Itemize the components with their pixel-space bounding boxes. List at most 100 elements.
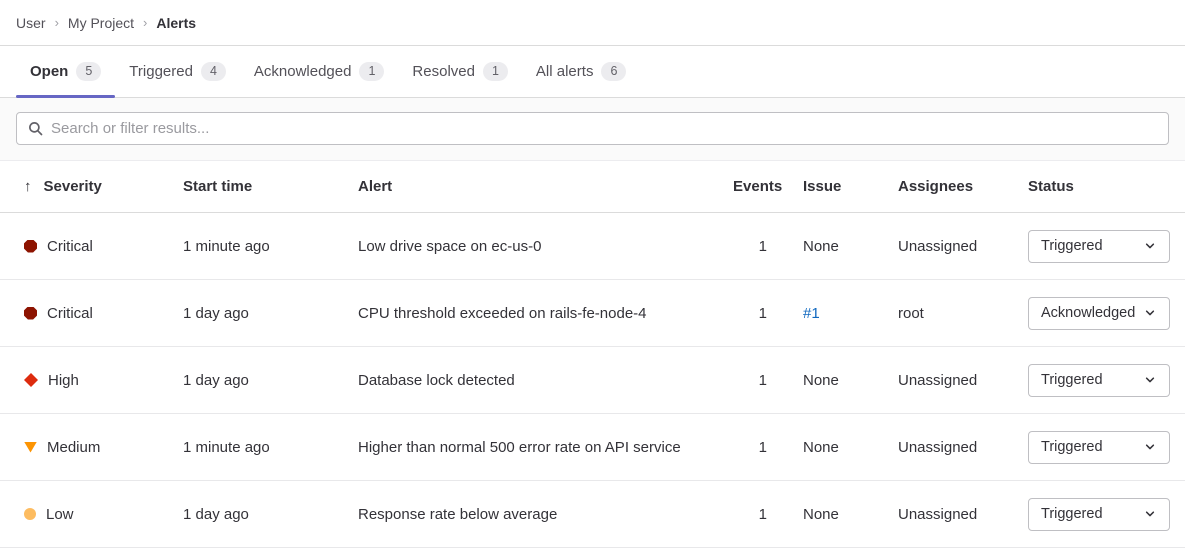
status-dropdown[interactable]: Triggered <box>1028 431 1170 464</box>
severity-label: High <box>48 372 79 389</box>
assignees-cell: Unassigned <box>898 238 1028 255</box>
alert-title[interactable]: Higher than normal 500 error rate on API… <box>358 439 733 456</box>
events-count: 1 <box>733 238 803 255</box>
table-row[interactable]: Medium 1 minute ago Higher than normal 5… <box>0 414 1185 481</box>
events-count: 1 <box>733 439 803 456</box>
severity-label: Low <box>46 506 74 523</box>
start-time-cell: 1 day ago <box>183 506 358 523</box>
chevron-down-icon <box>1143 373 1157 387</box>
alerts-page: User › My Project › Alerts Open 5 Trigge… <box>0 0 1185 548</box>
tab-resolved[interactable]: Resolved 1 <box>398 46 522 97</box>
severity-label: Critical <box>47 305 93 322</box>
severity-low-icon <box>24 508 36 520</box>
column-header-status[interactable]: Status <box>1028 178 1185 195</box>
status-dropdown[interactable]: Triggered <box>1028 230 1170 263</box>
column-header-assignees: Assignees <box>898 178 1028 195</box>
column-header-alert: Alert <box>358 178 733 195</box>
issue-link[interactable]: #1 <box>803 305 820 322</box>
status-cell: Acknowledged <box>1028 297 1185 330</box>
search-box[interactable] <box>16 112 1169 145</box>
severity-cell: Critical <box>0 238 183 255</box>
severity-critical-icon <box>24 307 37 320</box>
breadcrumb-item-project[interactable]: My Project <box>68 15 134 31</box>
sort-ascending-icon: ↑ <box>24 178 32 195</box>
start-time-cell: 1 day ago <box>183 305 358 322</box>
table-header-row: ↑ Severity Start time Alert Events Issue… <box>0 161 1185 213</box>
column-header-start-time[interactable]: Start time <box>183 178 358 195</box>
status-dropdown-label: Triggered <box>1041 506 1103 522</box>
active-tab-indicator <box>16 95 115 98</box>
tab-label: All alerts <box>536 63 594 80</box>
assignees-cell: Unassigned <box>898 372 1028 389</box>
assignees-cell: Unassigned <box>898 506 1028 523</box>
tab-count-badge: 5 <box>76 62 101 81</box>
issue-cell: #1 <box>803 305 898 322</box>
chevron-down-icon <box>1143 306 1157 320</box>
table-row[interactable]: High 1 day ago Database lock detected 1 … <box>0 347 1185 414</box>
severity-medium-icon <box>24 442 37 453</box>
tab-count-badge: 6 <box>601 62 626 81</box>
tab-count-badge: 1 <box>359 62 384 81</box>
tab-acknowledged[interactable]: Acknowledged 1 <box>240 46 399 97</box>
status-dropdown[interactable]: Acknowledged <box>1028 297 1170 330</box>
events-count: 1 <box>733 372 803 389</box>
status-cell: Triggered <box>1028 230 1185 263</box>
severity-high-icon <box>24 373 38 387</box>
assignees-cell: root <box>898 305 1028 322</box>
search-icon <box>28 121 43 136</box>
tab-label: Acknowledged <box>254 63 352 80</box>
severity-cell: Medium <box>0 439 183 456</box>
assignees-cell: Unassigned <box>898 439 1028 456</box>
severity-cell: Low <box>0 506 183 523</box>
status-dropdown[interactable]: Triggered <box>1028 498 1170 531</box>
severity-cell: High <box>0 372 183 389</box>
tab-label: Open <box>30 63 68 80</box>
status-dropdown-label: Triggered <box>1041 439 1103 455</box>
tab-label: Triggered <box>129 63 193 80</box>
breadcrumb-item-alerts: Alerts <box>156 15 196 31</box>
issue-cell: None <box>803 372 898 389</box>
issue-cell: None <box>803 506 898 523</box>
breadcrumb-item-user[interactable]: User <box>16 15 46 31</box>
tab-triggered[interactable]: Triggered 4 <box>115 46 240 97</box>
breadcrumb: User › My Project › Alerts <box>0 0 1185 46</box>
severity-label: Medium <box>47 439 100 456</box>
alert-title[interactable]: Database lock detected <box>358 372 733 389</box>
chevron-right-icon: › <box>143 15 147 30</box>
column-header-events[interactable]: Events <box>733 178 803 195</box>
start-time-cell: 1 minute ago <box>183 439 358 456</box>
status-cell: Triggered <box>1028 431 1185 464</box>
events-count: 1 <box>733 506 803 523</box>
tab-count-badge: 1 <box>483 62 508 81</box>
start-time-cell: 1 minute ago <box>183 238 358 255</box>
issue-cell: None <box>803 439 898 456</box>
status-dropdown-label: Acknowledged <box>1041 305 1135 321</box>
chevron-down-icon <box>1143 440 1157 454</box>
status-cell: Triggered <box>1028 498 1185 531</box>
chevron-right-icon: › <box>55 15 59 30</box>
tab-count-badge: 4 <box>201 62 226 81</box>
filter-bar <box>0 98 1185 161</box>
tab-open[interactable]: Open 5 <box>16 46 115 97</box>
alert-status-tabs: Open 5 Triggered 4 Acknowledged 1 Resolv… <box>0 46 1185 98</box>
status-dropdown-label: Triggered <box>1041 238 1103 254</box>
severity-critical-icon <box>24 240 37 253</box>
status-dropdown-label: Triggered <box>1041 372 1103 388</box>
severity-label: Critical <box>47 238 93 255</box>
issue-cell: None <box>803 238 898 255</box>
start-time-cell: 1 day ago <box>183 372 358 389</box>
table-row[interactable]: Critical 1 minute ago Low drive space on… <box>0 213 1185 280</box>
tab-all-alerts[interactable]: All alerts 6 <box>522 46 640 97</box>
alert-title[interactable]: CPU threshold exceeded on rails-fe-node-… <box>358 305 733 322</box>
events-count: 1 <box>733 305 803 322</box>
alert-title[interactable]: Low drive space on ec-us-0 <box>358 238 733 255</box>
alert-title[interactable]: Response rate below average <box>358 506 733 523</box>
severity-cell: Critical <box>0 305 183 322</box>
table-row[interactable]: Critical 1 day ago CPU threshold exceede… <box>0 280 1185 347</box>
column-header-issue: Issue <box>803 178 898 195</box>
search-input[interactable] <box>51 120 1157 137</box>
status-dropdown[interactable]: Triggered <box>1028 364 1170 397</box>
tab-label: Resolved <box>412 63 475 80</box>
column-header-severity[interactable]: ↑ Severity <box>0 178 183 195</box>
table-row[interactable]: Low 1 day ago Response rate below averag… <box>0 481 1185 548</box>
